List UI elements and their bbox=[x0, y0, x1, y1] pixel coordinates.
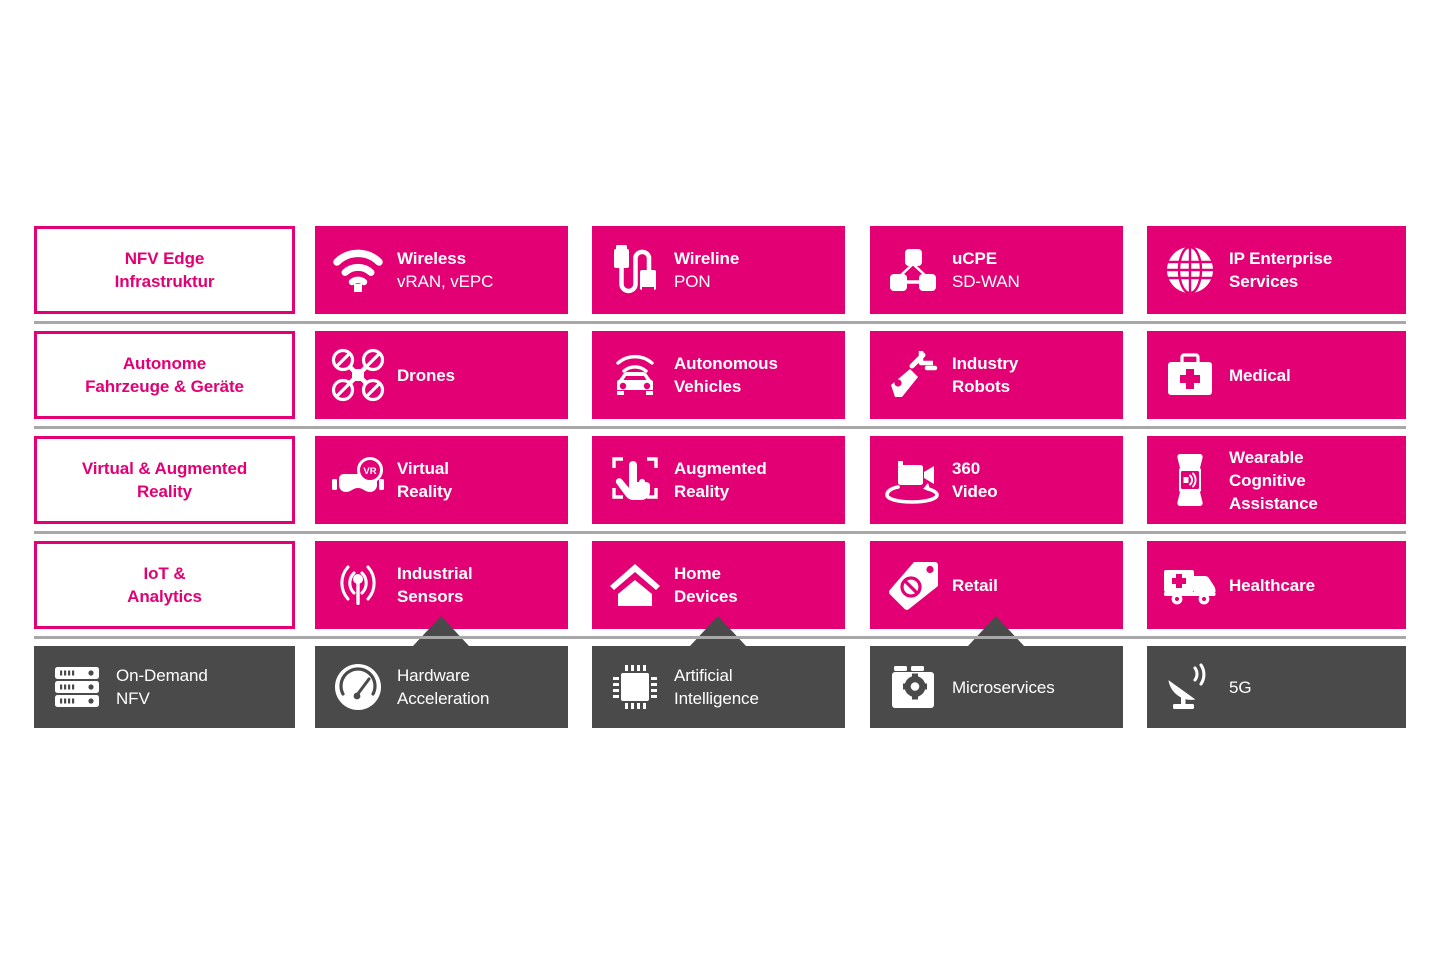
card-label-home-devices: Home Devices bbox=[674, 564, 738, 606]
svg-text:VR: VR bbox=[363, 466, 376, 477]
card-label-retail: Retail bbox=[952, 575, 998, 595]
card-label-industry-robots: Industry Robots bbox=[952, 354, 1019, 396]
smartwatch-icon bbox=[1161, 451, 1219, 509]
card-autonomous-vehicles[interactable]: Autonomous Vehicles bbox=[592, 331, 845, 419]
card-label-wireline: Wireline PON bbox=[674, 249, 740, 291]
card-label-virtual-reality: Virtual Reality bbox=[397, 459, 453, 501]
ambulance-icon bbox=[1161, 556, 1219, 614]
category-label-1: Autonome Fahrzeuge & Geräte bbox=[85, 354, 244, 396]
card-wireless[interactable]: Wireless vRAN, vEPC bbox=[315, 226, 568, 314]
card-5g[interactable]: 5G bbox=[1147, 646, 1406, 728]
category-box-2[interactable]: Virtual & Augmented Reality bbox=[34, 436, 295, 524]
cable-icon bbox=[606, 241, 664, 299]
first-aid-kit-icon bbox=[1161, 346, 1219, 404]
diagram-canvas: NFV Edge Infrastruktur Wireless vRAN, vE… bbox=[0, 0, 1440, 960]
card-label-on-demand-nfv: On-Demand NFV bbox=[116, 666, 208, 708]
globe-icon bbox=[1161, 241, 1219, 299]
category-label-3: IoT & Analytics bbox=[127, 564, 202, 606]
wifi-icon bbox=[329, 241, 387, 299]
network-node-icon bbox=[884, 241, 942, 299]
card-artificial-intelligence[interactable]: Artificial Intelligence bbox=[592, 646, 845, 728]
card-label-5g: 5G bbox=[1229, 677, 1252, 697]
card-label-medical: Medical bbox=[1229, 365, 1291, 385]
ar-hand-icon bbox=[606, 451, 664, 509]
card-label-autonomous-vehicles: Autonomous Vehicles bbox=[674, 354, 778, 396]
card-wearable-cognitive-assistance[interactable]: Wearable Cognitive Assistance bbox=[1147, 436, 1406, 524]
satellite-dish-icon bbox=[1161, 658, 1219, 716]
card-label-wireless: Wireless vRAN, vEPC bbox=[397, 249, 494, 291]
category-box-3[interactable]: IoT & Analytics bbox=[34, 541, 295, 629]
card-medical[interactable]: Medical bbox=[1147, 331, 1406, 419]
row-separator-1 bbox=[34, 321, 1406, 324]
category-box-1[interactable]: Autonome Fahrzeuge & Geräte bbox=[34, 331, 295, 419]
card-virtual-reality[interactable]: VR Virtual Reality bbox=[315, 436, 568, 524]
card-label-microservices: Microservices bbox=[952, 677, 1055, 697]
robot-arm-icon bbox=[884, 346, 942, 404]
card-360-video[interactable]: 360 Video bbox=[870, 436, 1123, 524]
card-ucpe[interactable]: uCPE SD-WAN bbox=[870, 226, 1123, 314]
card-industry-robots[interactable]: Industry Robots bbox=[870, 331, 1123, 419]
category-label-2: Virtual & Augmented Reality bbox=[81, 459, 248, 501]
card-label-ucpe: uCPE SD-WAN bbox=[952, 249, 1020, 291]
row-autonome-fahrzeuge: Autonome Fahrzeuge & Geräte Drones Auton… bbox=[0, 331, 1440, 419]
card-ip-enterprise-services[interactable]: IP Enterprise Services bbox=[1147, 226, 1406, 314]
category-box-0[interactable]: NFV Edge Infrastruktur bbox=[34, 226, 295, 314]
card-label-hardware-acceleration: Hardware Acceleration bbox=[397, 666, 490, 708]
connector-arrow-microservices bbox=[968, 616, 1024, 646]
row-nfv-edge-infrastruktur: NFV Edge Infrastruktur Wireless vRAN, vE… bbox=[0, 226, 1440, 314]
connector-arrow-artificial-intelligence bbox=[690, 616, 746, 646]
card-hardware-acceleration[interactable]: Hardware Acceleration bbox=[315, 646, 568, 728]
row-separator-4 bbox=[34, 636, 1406, 639]
vr-headset-icon: VR bbox=[329, 451, 387, 509]
house-icon bbox=[606, 556, 664, 614]
card-microservices[interactable]: Microservices bbox=[870, 646, 1123, 728]
card-label-drones: Drones bbox=[397, 365, 455, 385]
row-foundation: On-Demand NFV Hardware Acceleration Arti… bbox=[0, 646, 1440, 728]
sensor-antenna-icon bbox=[329, 556, 387, 614]
card-healthcare[interactable]: Healthcare bbox=[1147, 541, 1406, 629]
row-separator-2 bbox=[34, 426, 1406, 429]
card-augmented-reality[interactable]: Augmented Reality bbox=[592, 436, 845, 524]
card-label-augmented-reality: Augmented Reality bbox=[674, 459, 767, 501]
card-label-wearable-cognitive-assistance: Wearable Cognitive Assistance bbox=[1229, 447, 1318, 513]
connector-arrow-hardware-acceleration bbox=[413, 616, 469, 646]
category-label-0: NFV Edge Infrastruktur bbox=[114, 249, 215, 291]
cpu-chip-icon bbox=[606, 658, 664, 716]
card-label-ip-enterprise-services: IP Enterprise Services bbox=[1229, 249, 1333, 291]
drone-icon bbox=[329, 346, 387, 404]
autonomous-car-icon bbox=[606, 346, 664, 404]
price-tag-icon bbox=[884, 556, 942, 614]
card-drones[interactable]: Drones bbox=[315, 331, 568, 419]
gauge-icon bbox=[329, 658, 387, 716]
card-label-360-video: 360 Video bbox=[952, 459, 998, 501]
server-rack-icon bbox=[48, 658, 106, 716]
card-label-artificial-intelligence: Artificial Intelligence bbox=[674, 666, 759, 708]
card-label-healthcare: Healthcare bbox=[1229, 575, 1315, 595]
card-label-industrial-sensors: Industrial Sensors bbox=[397, 564, 473, 606]
container-gear-icon bbox=[884, 658, 942, 716]
card-on-demand-nfv[interactable]: On-Demand NFV bbox=[34, 646, 295, 728]
row-virtual-augmented-reality: Virtual & Augmented Reality VR Virtual R… bbox=[0, 436, 1440, 524]
card-wireline[interactable]: Wireline PON bbox=[592, 226, 845, 314]
row-separator-3 bbox=[34, 531, 1406, 534]
video-360-icon bbox=[884, 451, 942, 509]
